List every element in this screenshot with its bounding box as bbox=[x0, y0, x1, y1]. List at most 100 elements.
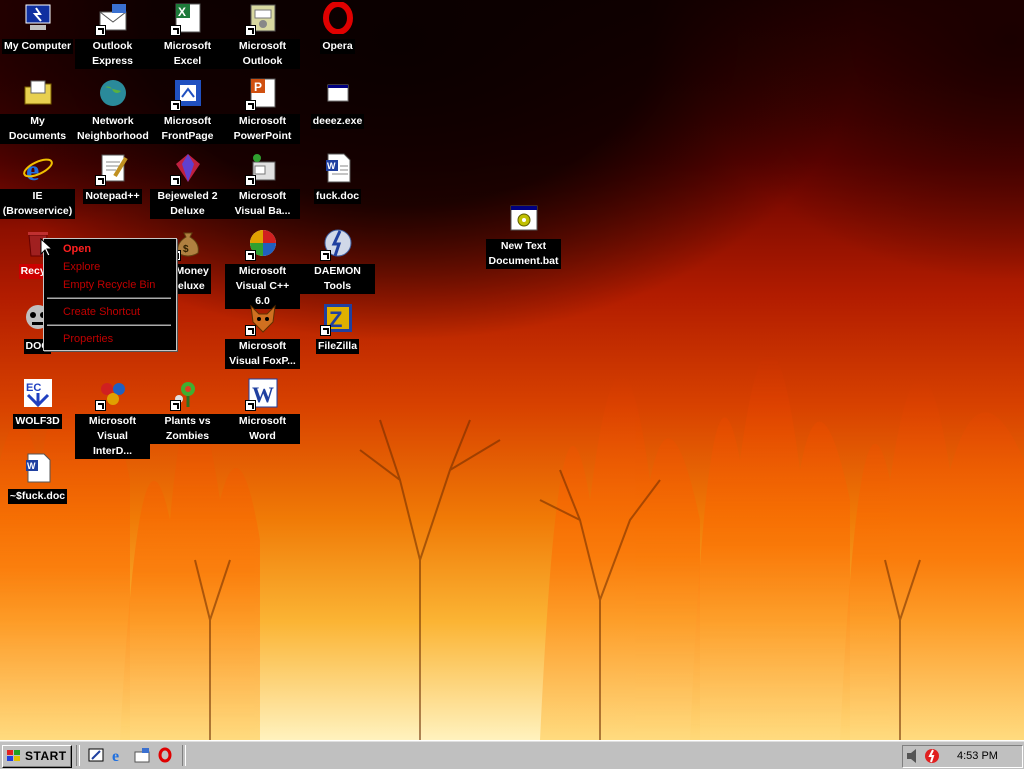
internet-explorer-icon: e bbox=[22, 152, 54, 184]
desktop-icon-label: Bejeweled 2 Deluxe bbox=[150, 189, 225, 219]
exe-file-icon bbox=[322, 77, 354, 109]
taskbar-separator bbox=[76, 745, 80, 766]
bejeweled-icon bbox=[169, 152, 204, 186]
desktop-icon-powerpoint[interactable]: P Microsoft PowerPoint bbox=[225, 77, 300, 144]
desktop-icon-label: Microsoft Visual Ba... bbox=[225, 189, 300, 219]
daemon-tools-icon bbox=[319, 227, 354, 261]
menu-item-create-shortcut[interactable]: Create Shortcut bbox=[63, 304, 140, 320]
desktop[interactable]: My Computer My Documents e IE (Browservi… bbox=[0, 0, 1024, 740]
desktop-icon-bejeweled[interactable]: Bejeweled 2 Deluxe bbox=[150, 152, 225, 219]
internet-explorer-quicklaunch-icon[interactable]: e bbox=[111, 747, 127, 763]
desktop-icon-label: My Documents bbox=[0, 114, 75, 144]
desktop-icon-label: Microsoft Excel bbox=[150, 39, 225, 69]
menu-separator bbox=[47, 324, 171, 326]
desktop-icon-word[interactable]: W Microsoft Word bbox=[225, 377, 300, 444]
excel-icon: X bbox=[169, 2, 204, 36]
desktop-icon-excel[interactable]: X Microsoft Excel bbox=[150, 2, 225, 69]
volume-icon[interactable] bbox=[906, 748, 922, 764]
desktop-icon-label: Microsoft Outlook bbox=[225, 39, 300, 69]
desktop-icon-label: deeez.exe bbox=[310, 114, 365, 129]
desktop-icon-label: Network Neighborhood bbox=[75, 114, 151, 144]
desktop-icon-label: My Computer bbox=[1, 39, 74, 54]
desktop-icon-new-text-document-bat[interactable]: New Text Document.bat bbox=[486, 202, 561, 269]
desktop-icon-label: Microsoft Word bbox=[225, 414, 300, 444]
network-neighborhood-icon bbox=[97, 77, 129, 109]
desktop-icon-label: Microsoft FrontPage bbox=[150, 114, 225, 144]
windows-logo-icon bbox=[7, 750, 20, 761]
desktop-icon-my-computer[interactable]: My Computer bbox=[0, 2, 75, 54]
desktop-icon-opera[interactable]: Opera bbox=[300, 2, 375, 54]
desktop-icon-visual-foxpro[interactable]: Microsoft Visual FoxP... bbox=[225, 302, 300, 369]
desktop-icon-deeez-exe[interactable]: deeez.exe bbox=[300, 77, 375, 129]
daemon-tools-tray-icon[interactable] bbox=[924, 748, 940, 764]
desktop-icon-fuck-doc[interactable]: W fuck.doc bbox=[300, 152, 375, 204]
my-computer-icon bbox=[22, 2, 54, 34]
show-desktop-icon[interactable] bbox=[88, 747, 104, 763]
desktop-icon-network-neighborhood[interactable]: Network Neighborhood bbox=[75, 77, 151, 144]
visual-foxpro-icon bbox=[244, 302, 279, 336]
taskbar-separator bbox=[182, 745, 186, 766]
clock[interactable]: 4:53 PM bbox=[957, 750, 998, 762]
desktop-icon-visual-cpp[interactable]: Microsoft Visual C++ 6.0 bbox=[225, 227, 300, 309]
visual-basic-icon bbox=[244, 152, 279, 186]
start-label: START bbox=[25, 749, 67, 763]
desktop-icon-wolf3d[interactable]: EC WOLF3D bbox=[0, 377, 75, 429]
batch-file-icon bbox=[508, 202, 540, 234]
filezilla-icon: Z bbox=[319, 302, 354, 336]
plants-vs-zombies-icon bbox=[169, 377, 204, 411]
desktop-icon-ie[interactable]: e IE (Browservice) bbox=[0, 152, 75, 219]
taskbar: START e 4:53 PM bbox=[0, 740, 1024, 769]
start-button[interactable]: START bbox=[2, 745, 72, 768]
desktop-icon-outlook[interactable]: Microsoft Outlook bbox=[225, 2, 300, 69]
outlook-express-icon bbox=[94, 2, 129, 36]
desktop-icon-frontpage[interactable]: Microsoft FrontPage bbox=[150, 77, 225, 144]
desktop-icon-plants-vs-zombies[interactable]: Plants vs Zombies bbox=[150, 377, 225, 444]
svg-text:EC: EC bbox=[26, 382, 41, 394]
svg-text:Z: Z bbox=[329, 307, 342, 332]
desktop-icon-label: IE (Browservice) bbox=[0, 189, 75, 219]
desktop-icon-visual-basic[interactable]: Microsoft Visual Ba... bbox=[225, 152, 300, 219]
desktop-icon-visual-interdev[interactable]: Microsoft Visual InterD... bbox=[75, 377, 150, 459]
svg-text:W: W bbox=[27, 461, 36, 471]
opera-quicklaunch-icon[interactable] bbox=[157, 747, 173, 763]
word-temp-document-icon: W bbox=[22, 452, 54, 484]
desktop-icon-label: Microsoft Visual FoxP... bbox=[225, 339, 300, 369]
desktop-icon-label: Microsoft Visual InterD... bbox=[75, 414, 150, 459]
desktop-icon-label: Microsoft PowerPoint bbox=[225, 114, 300, 144]
powerpoint-icon: P bbox=[244, 77, 279, 111]
desktop-icon-daemon-tools[interactable]: DAEMON Tools bbox=[300, 227, 375, 294]
context-menu: Open Explore Empty Recycle Bin Create Sh… bbox=[43, 238, 177, 351]
menu-item-empty-recycle-bin[interactable]: Empty Recycle Bin bbox=[63, 277, 155, 293]
outlook-icon bbox=[244, 2, 279, 36]
word-document-icon: W bbox=[322, 152, 354, 184]
notepad-plus-plus-icon bbox=[94, 152, 129, 186]
desktop-icon-filezilla[interactable]: Z FileZilla bbox=[300, 302, 375, 354]
outlook-express-quicklaunch-icon[interactable] bbox=[134, 747, 150, 763]
desktop-icon-temp-doc[interactable]: W ~$fuck.doc bbox=[0, 452, 75, 504]
desktop-icon-label: ~$fuck.doc bbox=[7, 489, 68, 504]
desktop-icon-label: WOLF3D bbox=[13, 414, 62, 429]
opera-icon bbox=[322, 2, 354, 34]
frontpage-icon bbox=[169, 77, 204, 111]
desktop-icon-notepad-plus-plus[interactable]: Notepad++ bbox=[75, 152, 150, 204]
menu-item-properties[interactable]: Properties bbox=[63, 331, 113, 347]
desktop-icon-label: Outlook Express bbox=[75, 39, 150, 69]
menu-item-open[interactable]: Open bbox=[63, 241, 91, 257]
svg-text:X: X bbox=[178, 5, 186, 19]
menu-item-explore[interactable]: Explore bbox=[63, 259, 100, 275]
desktop-icon-label: New Text Document.bat bbox=[486, 239, 561, 269]
visual-cpp-icon bbox=[244, 227, 279, 261]
desktop-icon-label: Notepad++ bbox=[83, 189, 142, 204]
desktop-icon-outlook-express[interactable]: Outlook Express bbox=[75, 2, 150, 69]
desktop-icon-label: DAEMON Tools bbox=[300, 264, 375, 294]
menu-separator bbox=[47, 297, 171, 299]
word-icon: W bbox=[244, 377, 279, 411]
visual-interdev-icon bbox=[94, 377, 129, 411]
desktop-icon-my-documents[interactable]: My Documents bbox=[0, 77, 75, 144]
system-tray: 4:53 PM bbox=[902, 745, 1023, 768]
svg-text:$: $ bbox=[183, 244, 189, 255]
desktop-icon-label: Opera bbox=[320, 39, 355, 54]
svg-text:W: W bbox=[327, 161, 336, 171]
svg-text:e: e bbox=[26, 154, 39, 184]
svg-text:P: P bbox=[254, 80, 262, 94]
